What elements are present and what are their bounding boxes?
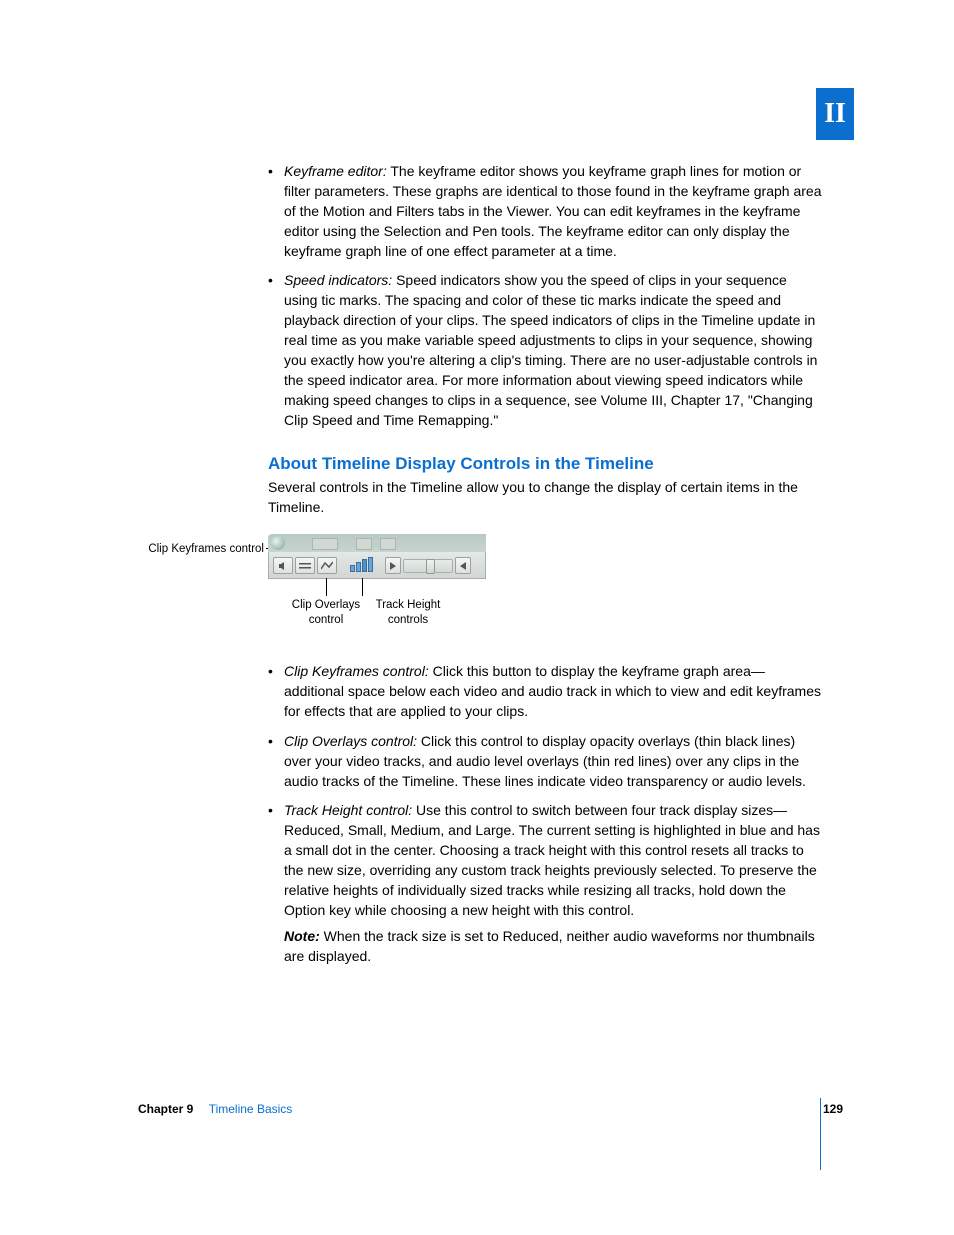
list-term: Speed indicators:: [284, 272, 392, 288]
callout-clip-overlays: Clip Overlays control: [284, 598, 368, 627]
playhead-button-icon: [385, 557, 401, 574]
top-bullet-list: Keyframe editor: The keyframe editor sho…: [268, 162, 824, 430]
timeline-controls-figure: Clip Keyframes control: [184, 534, 740, 642]
rt-circle-icon: [271, 536, 285, 550]
page-footer: Chapter 9 Timeline Basics 129: [138, 1102, 843, 1116]
note-paragraph: Note: When the track size is set to Redu…: [284, 927, 824, 967]
list-item: Speed indicators: Speed indicators show …: [268, 271, 824, 430]
callout-line: [326, 578, 327, 596]
clip-keyframes-icon: [295, 557, 315, 574]
list-item: Track Height control: Use this control t…: [268, 801, 824, 966]
list-term: Clip Overlays control:: [284, 733, 417, 749]
timeline-controls-ui: [268, 534, 486, 578]
ui-bottom-bar: [268, 552, 486, 579]
track-height-control-icon: [343, 557, 379, 572]
section-heading: About Timeline Display Controls in the T…: [268, 454, 824, 474]
footer-chapter: Chapter 9: [138, 1102, 193, 1116]
note-text: When the track size is set to Reduced, n…: [284, 928, 815, 964]
section-marker: II: [816, 88, 854, 140]
list-text: Use this control to switch between four …: [284, 802, 820, 917]
list-text: Speed indicators show you the speed of c…: [284, 272, 817, 427]
list-item: Clip Keyframes control: Click this butto…: [268, 662, 824, 722]
document-page: II Keyframe editor: The keyframe editor …: [0, 0, 954, 1235]
footer-chapter-title: Timeline Basics: [209, 1102, 293, 1116]
footer-page-number: 129: [823, 1102, 843, 1116]
note-label: Note:: [284, 928, 320, 944]
ui-top-bar: [268, 534, 486, 552]
main-content: Keyframe editor: The keyframe editor sho…: [268, 162, 824, 976]
list-item: Clip Overlays control: Click this contro…: [268, 732, 824, 792]
audio-toggle-icon: [273, 557, 293, 574]
list-term: Track Height control:: [284, 802, 412, 818]
zoom-slider-icon: [403, 559, 453, 573]
callout-track-height: Track Height controls: [366, 598, 450, 627]
scroll-left-icon: [455, 557, 471, 574]
footer-rule: [820, 1098, 821, 1170]
bottom-bullet-list: Clip Keyframes control: Click this butto…: [268, 662, 824, 966]
callout-clip-keyframes: Clip Keyframes control: [124, 542, 264, 556]
list-term: Clip Keyframes control:: [284, 663, 429, 679]
section-intro: Several controls in the Timeline allow y…: [268, 478, 824, 518]
list-term: Keyframe editor:: [284, 163, 387, 179]
callout-line: [362, 578, 363, 596]
clip-overlays-icon: [317, 557, 337, 574]
list-item: Keyframe editor: The keyframe editor sho…: [268, 162, 824, 261]
